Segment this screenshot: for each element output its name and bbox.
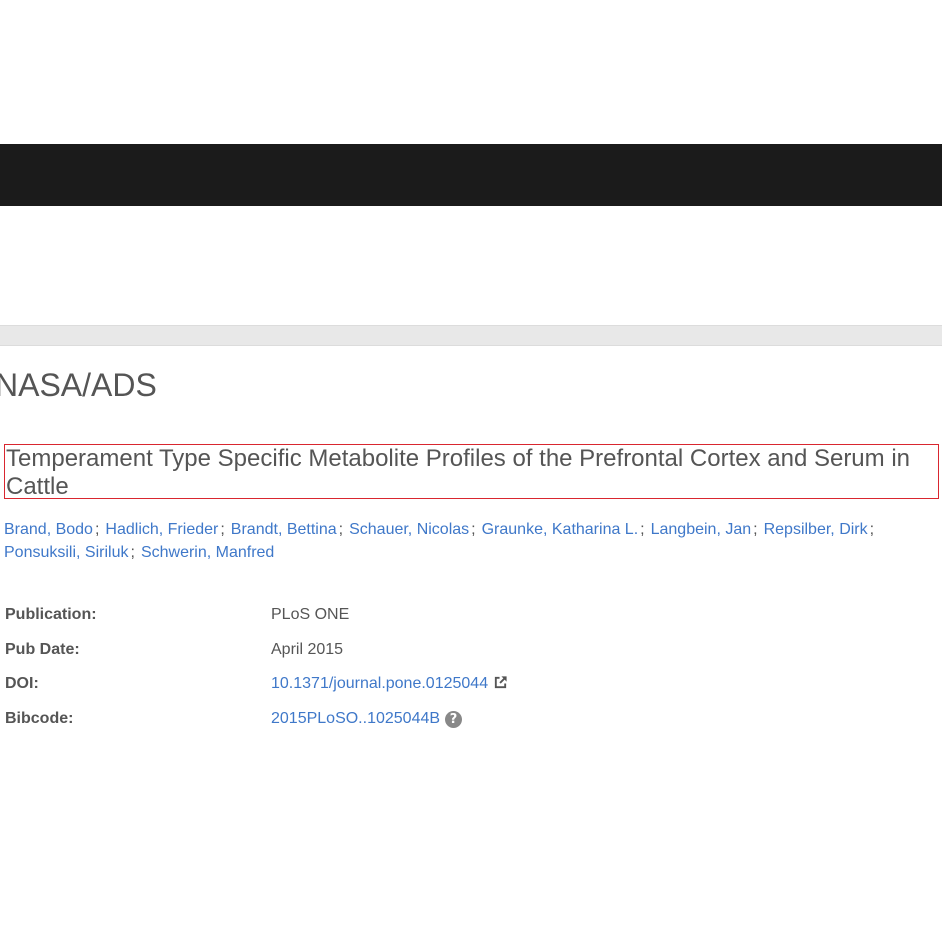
author-link[interactable]: Graunke, Katharina L. bbox=[482, 521, 639, 538]
doi-label: DOI: bbox=[5, 675, 39, 692]
pubdate-label: Pub Date: bbox=[5, 640, 80, 658]
author-link[interactable]: Schwerin, Manfred bbox=[141, 544, 274, 561]
author-separator: ; bbox=[640, 521, 645, 538]
author-link[interactable]: Schauer, Nicolas bbox=[349, 521, 469, 538]
author-link[interactable]: Langbein, Jan bbox=[651, 521, 752, 538]
author-link[interactable]: Brandt, Bettina bbox=[231, 521, 337, 538]
author-separator: ; bbox=[753, 521, 758, 538]
top-navbar bbox=[0, 144, 942, 206]
author-link[interactable]: Ponsuksili, Siriluk bbox=[4, 544, 128, 561]
author-link[interactable]: Hadlich, Frieder bbox=[105, 521, 218, 538]
bibcode-link[interactable]: 2015PLoSO..1025044B bbox=[271, 710, 440, 727]
author-separator: ; bbox=[94, 521, 100, 538]
doi-link[interactable]: 10.1371/journal.pone.0125044 bbox=[271, 675, 488, 692]
author-separator: ; bbox=[869, 521, 875, 538]
author-link[interactable]: Repsilber, Dirk bbox=[764, 521, 868, 538]
article-title: Temperament Type Specific Metabolite Pro… bbox=[4, 444, 939, 499]
author-link[interactable]: Brand, Bodo bbox=[4, 521, 93, 538]
author-separator: ; bbox=[338, 521, 344, 538]
abstract-page: NASA/ADS Temperament Type Specific Metab… bbox=[0, 0, 942, 942]
author-separator: ; bbox=[471, 521, 476, 538]
external-link-icon[interactable] bbox=[493, 675, 508, 695]
author-separator: ; bbox=[130, 544, 135, 561]
doi-value: 10.1371/journal.pone.0125044 bbox=[271, 675, 508, 695]
author-list: Brand, Bodo; Hadlich, Frieder; Brandt, Bet… bbox=[4, 518, 924, 564]
question-circle-icon[interactable]: ? bbox=[445, 710, 463, 728]
author-separator: ; bbox=[220, 521, 225, 538]
bibcode-value: 2015PLoSO..1025044B? bbox=[271, 710, 463, 728]
site-title[interactable]: NASA/ADS bbox=[0, 366, 157, 404]
pubdate-value: April 2015 bbox=[271, 640, 344, 658]
search-bar-band bbox=[0, 325, 942, 346]
publication-value: PLoS ONE bbox=[271, 606, 350, 623]
bibcode-label: Bibcode: bbox=[5, 709, 74, 727]
publication-label: Publication: bbox=[5, 606, 97, 623]
